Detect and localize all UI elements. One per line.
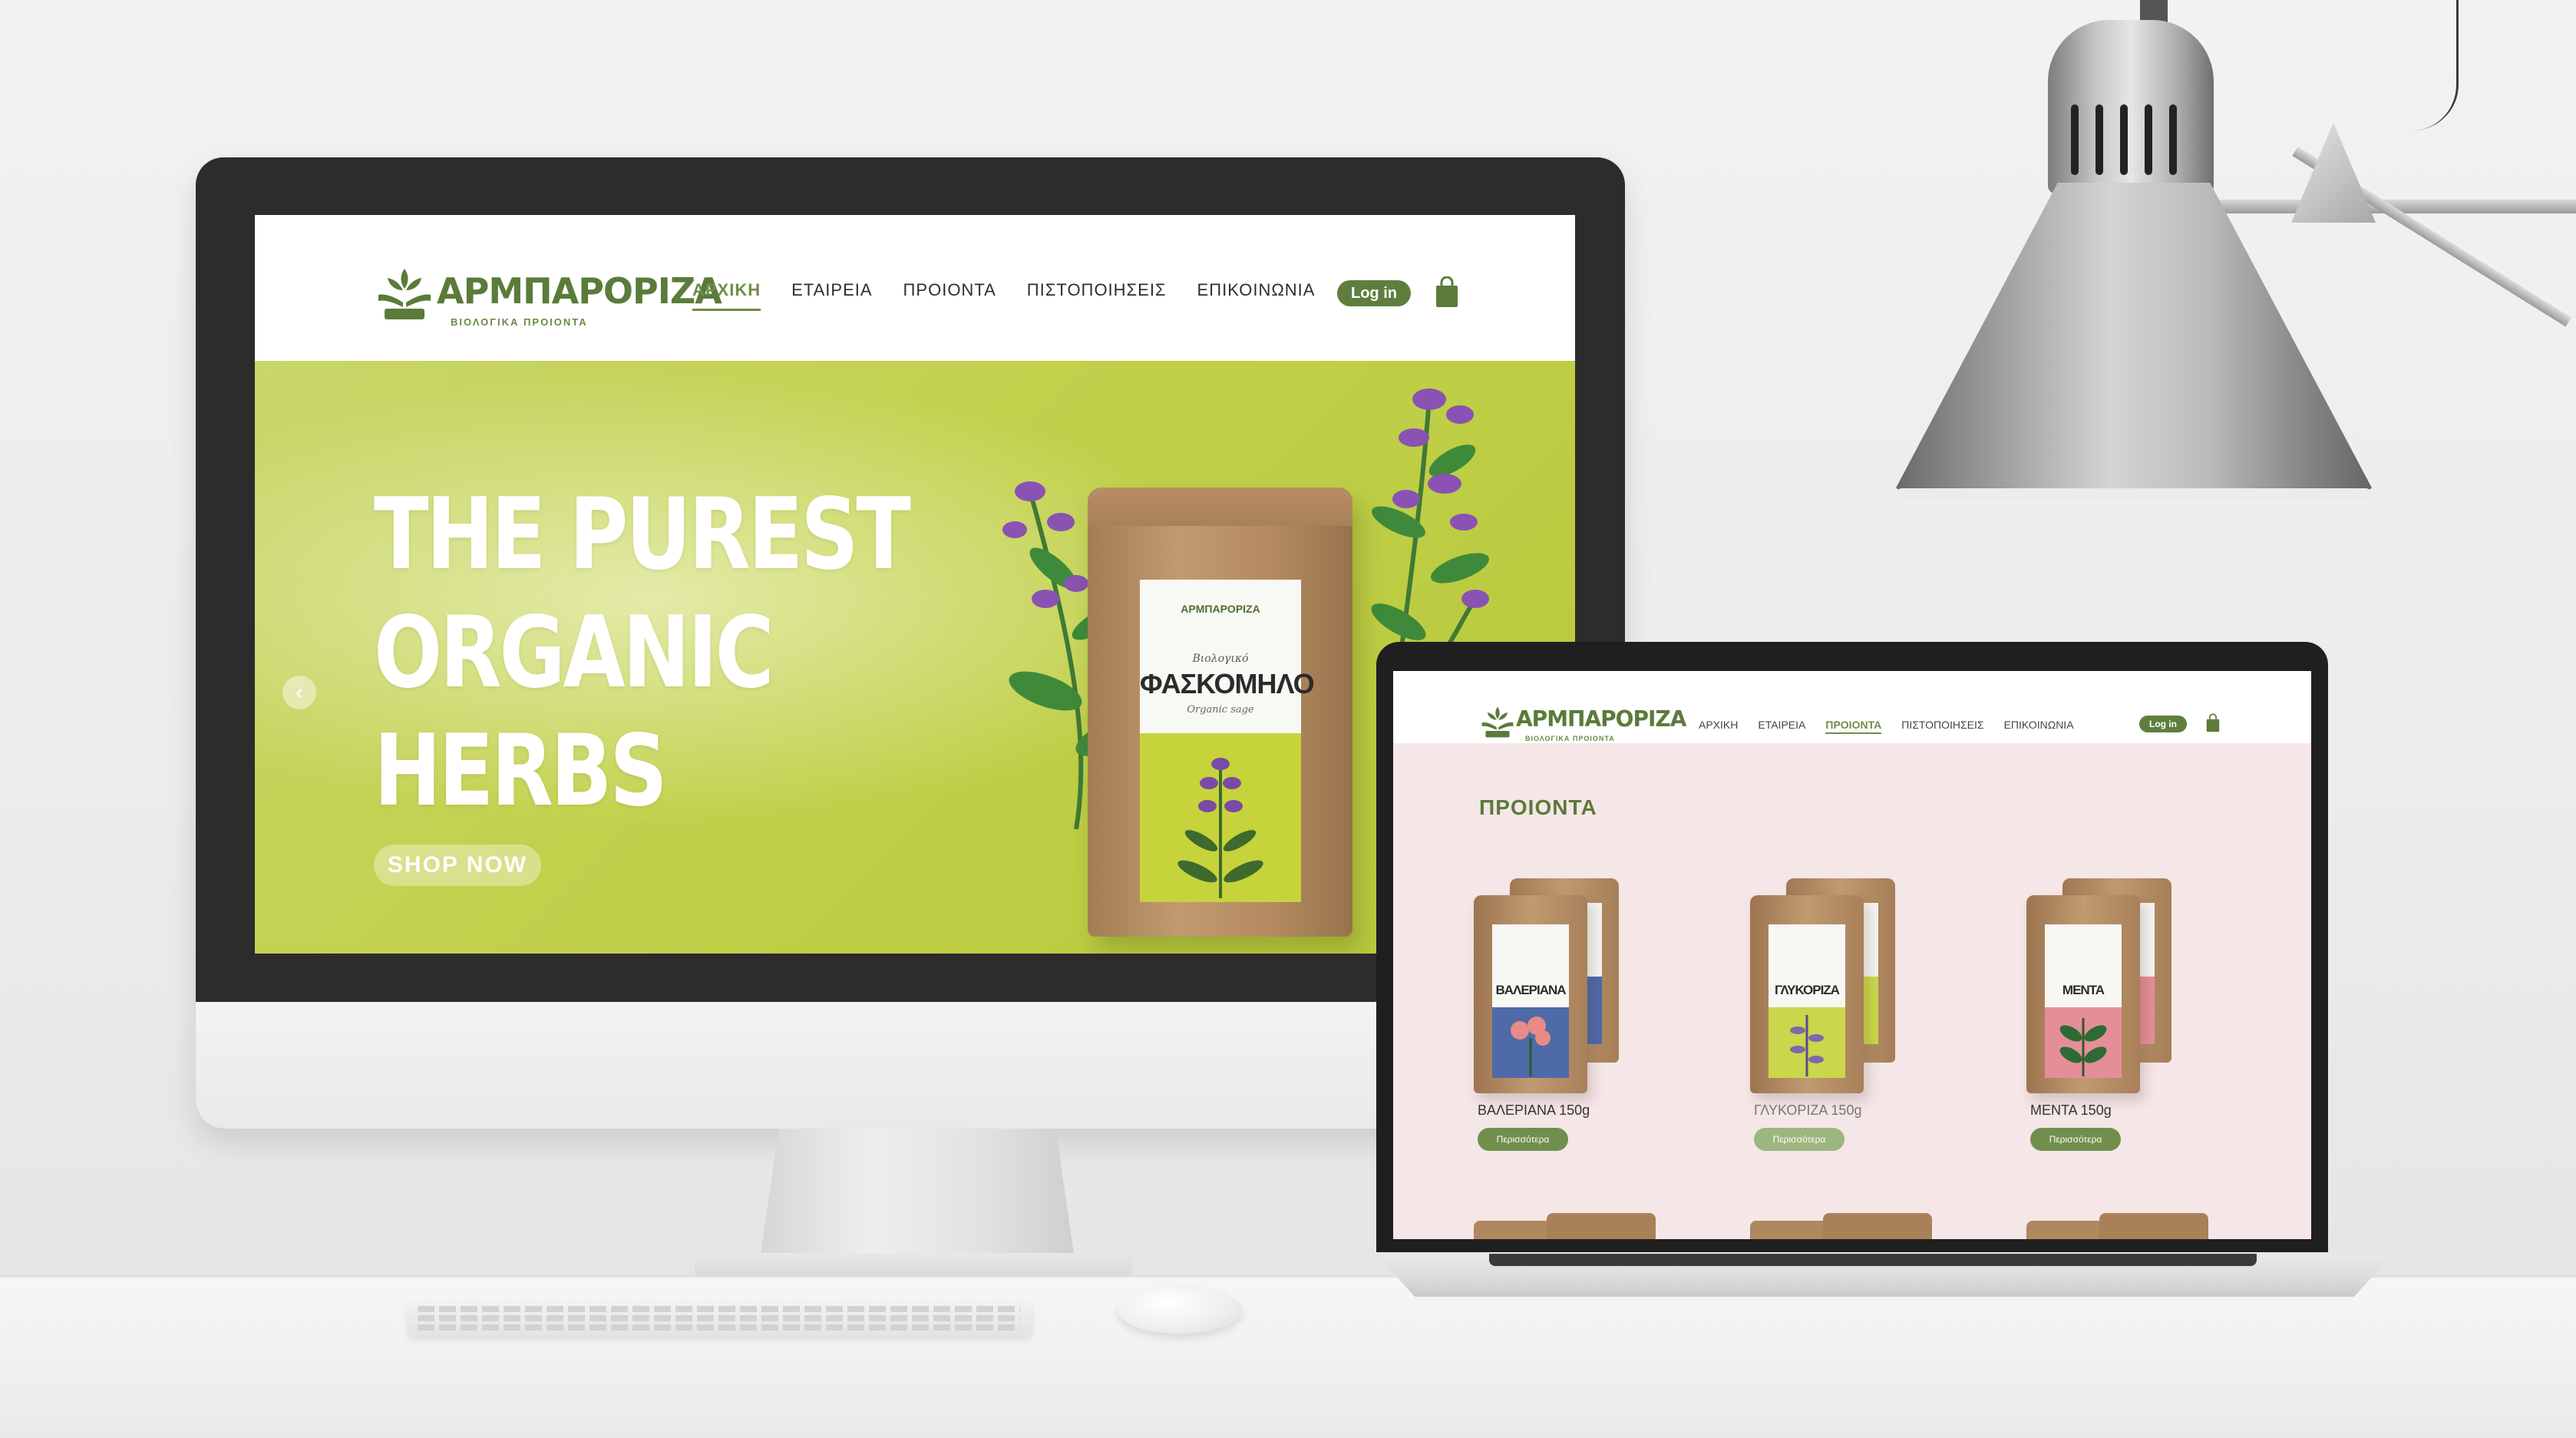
more-button[interactable]: Περισσότερα [1754,1128,1844,1151]
pouch-front: ΒΑΛΕΡΙΑΝΑ [1474,895,1587,1093]
main-menu: ΑΡΧΙΚΗ ΕΤΑΙΡΕΙΑ ΠΡΟΙΟΝΤΑ ΠΙΣΤΟΠΟΙΗΣΕΙΣ Ε… [692,280,1315,311]
nav-item-contact[interactable]: ΕΠΙΚΟΙΝΩΝΙΑ [2004,719,2074,734]
lamp-rim [1896,488,2372,501]
brand-tagline: ΒΙΟΛΟΓΙΚΑ ΠΡΟΙΟΝΤΑ [1525,735,1615,742]
hero-title-line-3: HERBS [374,714,668,828]
pouch-product-name: ΓΛΥΚΟΡΙΖΑ [1775,983,1840,997]
pouch-product-name: ΒΑΛΕΡΙΑΝΑ [1495,983,1566,997]
shop-now-button[interactable]: SHOP NOW [374,845,541,886]
brand-tagline: ΒΙΟΛΟΓΙΚΑ ΠΡΟΙΟΝΤΑ [451,316,588,328]
mint-leaves-icon [2059,1018,2107,1076]
pouch-product-name: ΦΑΣΚΟΜΗΛΟ [1140,668,1315,699]
product-pouch: ΑΡΜΠΑΡΟΡΙΖΑ Βιολογικό ΦΑΣΚΟΜΗΛΟ Organic … [1088,488,1352,937]
pouch-color-band [1492,1007,1569,1078]
nav-item-company[interactable]: ΕΤΑΙΡΕΙΑ [791,280,872,311]
page-title: ΠΡΟΙΟΝΤΑ [1479,795,1597,819]
pouch-label: ΓΛΥΚΟΡΙΖΑ [1769,924,1845,1078]
pouch-seal [1088,488,1352,526]
nav-item-company[interactable]: ΕΤΑΙΡΕΙΑ [1758,719,1805,734]
pouch-subtitle: Βιολογικό [1192,653,1249,665]
pouch-color-band [1140,733,1301,902]
keyboard [407,1300,1032,1337]
hero-title-line-2: ORGANIC [374,596,774,710]
nav-item-certifications[interactable]: ΠΙΣΤΟΠΟΙΗΣΕΙΣ [1027,280,1167,311]
hero-title-line-1: THE PUREST [374,478,911,592]
product-name[interactable]: ΜΕΝΤΑ 150g [2030,1102,2112,1119]
pouch-label: ΒΑΛΕΡΙΑΝΑ [1492,924,1569,1078]
laptop-navbar: ΑΡΜΠΑΡΟΡΙΖΑ ΒΙΟΛΟΓΙΚΑ ΠΡΟΙΟΝΤΑ ΑΡΧΙΚΗ ΕΤ… [1393,671,2311,743]
brand-logo[interactable]: ΑΡΜΠΑΡΟΡΙΖΑ ΒΙΟΛΟΓΙΚΑ ΠΡΟΙΟΝΤΑ [1479,703,1686,749]
valerian-flower-icon [1511,1017,1551,1076]
login-button[interactable]: Log in [2139,716,2187,732]
shopping-bag-icon[interactable] [2205,713,2221,733]
lamp-neck [2048,20,2214,193]
nav-item-products[interactable]: ΠΡΟΙΟΝΤΑ [1825,719,1882,734]
herb-logo-icon [378,269,431,319]
more-button[interactable]: Περισσότερα [2030,1128,2121,1151]
shopping-bag-icon[interactable] [1434,276,1460,309]
nav-item-contact[interactable]: ΕΠΙΚΟΙΝΩΝΙΑ [1197,280,1316,311]
laptop-screen: ΑΡΜΠΑΡΟΡΙΖΑ ΒΙΟΛΟΓΙΚΑ ΠΡΟΙΟΝΤΑ ΑΡΧΙΚΗ ΕΤ… [1393,671,2311,1239]
product-card: ΒΑΛΕΡΙΑΝΑ ΒΑΛΕΡΙΑΝΑ 150g Περισσότερα [1432,863,1662,1155]
login-button[interactable]: Log in [1337,280,1411,306]
herb-logo-icon [1481,706,1514,738]
nav-item-products[interactable]: ΠΡΟΙΟΝΤΑ [903,280,996,311]
hero-title: THE PUREST ORGANIC HERBS [374,476,911,831]
carousel-prev-arrow-icon[interactable]: ‹ [282,676,316,709]
pouch-label: ΜΕΝΤΑ [2045,924,2122,1078]
lamp-wire [2333,0,2459,131]
pouch-color-band [1769,1007,1845,1078]
brand-name: ΑΡΜΠΑΡΟΡΙΖΑ [1516,706,1686,732]
pouch-front: ΓΛΥΚΟΡΙΖΑ [1750,895,1864,1093]
next-product-row [1393,1205,2311,1239]
pouch-front: ΜΕΝΤΑ [2026,895,2140,1093]
more-button[interactable]: Περισσότερα [1478,1128,1568,1151]
desk-surface [0,1274,2576,1438]
pouch-product-name: ΜΕΝΤΑ [2062,983,2105,997]
mouse [1118,1286,1242,1334]
monitor-stand-base [695,1253,1132,1276]
desktop-navbar: ΑΡΜΠΑΡΟΡΙΖΑ ΒΙΟΛΟΓΙΚΑ ΠΡΟΙΟΝΤΑ ΑΡΧΙΚΗ ΕΤ… [255,215,1575,361]
product-card: ΜΕΝΤΑ ΜΕΝΤΑ 150g Περισσότερα [1984,863,2214,1155]
nav-item-home[interactable]: ΑΡΧΙΚΗ [1699,719,1738,734]
brand-logo[interactable]: ΑΡΜΠΑΡΟΡΙΖΑ ΒΙΟΛΟΓΙΚΑ ΠΡΟΙΟΝΤΑ [374,263,722,332]
sage-sprig-icon [1177,758,1263,898]
nav-item-home[interactable]: ΑΡΧΙΚΗ [692,280,761,311]
product-name[interactable]: ΒΑΛΕΡΙΑΝΑ 150g [1478,1102,1590,1119]
main-menu: ΑΡΧΙΚΗ ΕΤΑΙΡΕΙΑ ΠΡΟΙΟΝΤΑ ΠΙΣΤΟΠΟΙΗΣΕΙΣ Ε… [1699,719,2074,734]
licorice-plant-icon [1790,1015,1824,1076]
monitor-stand [760,1129,1075,1259]
pouch-english-name: Organic sage [1187,704,1254,716]
laptop-hinge [1489,1254,2257,1266]
pouch-label: ΑΡΜΠΑΡΟΡΙΖΑ Βιολογικό ΦΑΣΚΟΜΗΛΟ Organic … [1140,580,1315,902]
nav-item-certifications[interactable]: ΠΙΣΤΟΠΟΙΗΣΕΙΣ [1901,719,1983,734]
product-name[interactable]: ΓΛΥΚΟΡΙΖΑ 150g [1754,1102,1861,1119]
pouch-color-band [2045,1007,2122,1078]
brand-name: ΑΡΜΠΑΡΟΡΙΖΑ [437,270,722,312]
product-card: ΓΛΥΚΟΡΙΖΑ ΓΛΥΚΟΡΙΖΑ 150g Περισσότερα [1708,863,1938,1155]
pouch-brand: ΑΡΜΠΑΡΟΡΙΖΑ [1181,603,1260,615]
